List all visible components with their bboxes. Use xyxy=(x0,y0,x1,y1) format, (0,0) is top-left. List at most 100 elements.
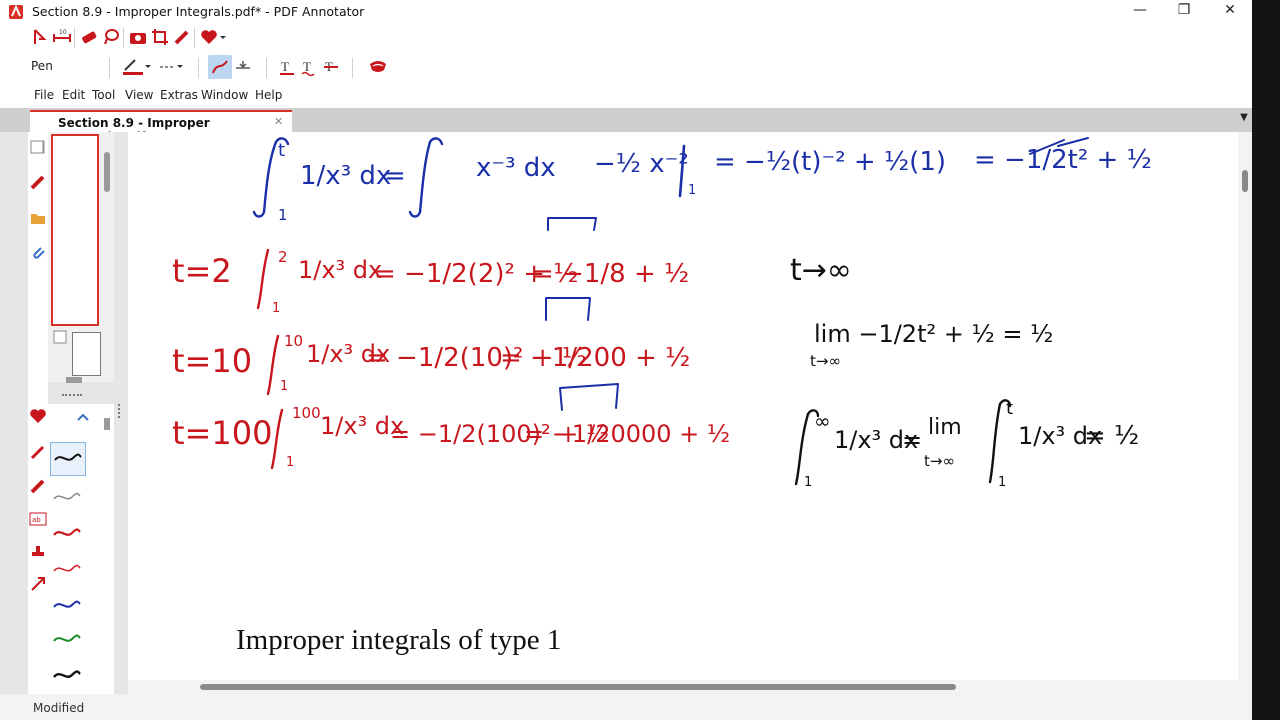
math-text: 1 xyxy=(998,475,1006,490)
text-strikethrough-icon[interactable]: T xyxy=(322,58,340,76)
red-pen-stroke-icon[interactable] xyxy=(50,518,84,546)
window-edge xyxy=(1252,0,1280,720)
blue-int-upper: t xyxy=(278,140,285,161)
svg-text:T: T xyxy=(281,59,289,74)
snap-line-icon[interactable] xyxy=(234,58,252,76)
page-thumbnail-active[interactable] xyxy=(51,134,99,326)
blue-integrand: 1/x³ dx xyxy=(300,161,391,191)
select-tool-icon[interactable] xyxy=(32,28,50,46)
pen-color-icon[interactable] xyxy=(122,58,144,76)
math-text: 1/x³ dx xyxy=(298,256,382,284)
annotation-pen-icon[interactable] xyxy=(30,174,46,190)
stamp-fingerprint-icon[interactable] xyxy=(368,58,388,76)
attachment-icon[interactable] xyxy=(30,244,46,260)
app-logo-icon xyxy=(9,4,23,19)
menu-edit[interactable]: Edit xyxy=(62,88,85,102)
menu-file[interactable]: File xyxy=(34,88,54,102)
math-text: 100 xyxy=(292,404,321,422)
math-text: 1 xyxy=(280,379,288,394)
math-text: 1 xyxy=(804,475,812,490)
blue-pen-stroke-icon[interactable] xyxy=(50,590,84,618)
favorites-heart-icon[interactable] xyxy=(29,408,47,424)
math-text: t=100 xyxy=(172,414,272,452)
eraser-icon[interactable] xyxy=(80,28,98,46)
pen-toolbar: T T T xyxy=(0,52,1252,82)
chevron-down-icon[interactable] xyxy=(218,30,228,44)
menu-tool[interactable]: Tool xyxy=(92,88,115,102)
thumbnail-scrollbar[interactable] xyxy=(104,152,110,192)
stamp-icon[interactable] xyxy=(30,544,46,560)
pen-tool-icon[interactable] xyxy=(30,444,46,460)
math-text: t=10 xyxy=(172,342,252,380)
svg-text:10: 10 xyxy=(59,29,67,36)
menu-window[interactable]: Window xyxy=(201,88,248,102)
red-row-t2: t=2 2 1 1/x³ dx = −1/2(2)² + ½ = −1/8 + … xyxy=(172,217,689,316)
chevron-down-icon[interactable] xyxy=(144,60,152,72)
horizontal-scroll-thumb[interactable] xyxy=(200,684,956,690)
math-text: = −1/200 + ½ xyxy=(500,343,690,373)
highlighter-icon[interactable] xyxy=(30,478,46,494)
panel-resize-handle[interactable] xyxy=(66,377,82,383)
black-pen-stroke-icon xyxy=(54,453,82,461)
minimize-button[interactable]: — xyxy=(1120,2,1160,22)
green-pen-stroke-icon[interactable] xyxy=(50,624,84,652)
handwriting-canvas: t 1 1/x³ dx = x⁻³ dx −½ x⁻² 1 = −½(t)⁻² … xyxy=(172,137,1152,490)
smooth-stroke-button[interactable] xyxy=(208,55,232,79)
pen-swatch-selected[interactable] xyxy=(50,442,86,476)
blue-equals: = xyxy=(384,161,406,191)
panel-splitter[interactable] xyxy=(118,404,126,418)
menu-bar: File Edit Tool View Extras Window Help xyxy=(0,84,1252,106)
line-style-icon[interactable] xyxy=(158,58,176,76)
pencil-icon[interactable] xyxy=(173,28,191,46)
page-checkbox[interactable] xyxy=(53,330,67,344)
red-thin-pen-stroke-icon[interactable] xyxy=(50,554,84,582)
math-text: t→∞ xyxy=(790,253,852,288)
maximize-button[interactable]: ❐ xyxy=(1164,2,1204,22)
menu-help[interactable]: Help xyxy=(255,88,282,102)
math-text: t xyxy=(1006,398,1013,419)
panel-splitter-horizontal[interactable] xyxy=(62,394,82,400)
document-tab[interactable]: Section 8.9 - Improper Integrals.pdf* ✕ xyxy=(30,110,292,144)
text-box-icon[interactable]: ab xyxy=(29,512,47,526)
main-toolbar: 10 xyxy=(0,24,1252,52)
favorites-heart-icon[interactable] xyxy=(200,28,218,46)
stroke-curve-icon xyxy=(212,60,228,74)
close-button[interactable]: ✕ xyxy=(1210,2,1250,22)
blue-simplified: = −1/2t² + ½ xyxy=(974,145,1152,175)
black-thick-pen-stroke-icon[interactable] xyxy=(50,660,84,688)
tab-close-icon[interactable]: ✕ xyxy=(274,115,283,128)
arrow-icon[interactable] xyxy=(30,576,46,592)
pdf-page[interactable]: t 1 1/x³ dx = x⁻³ dx −½ x⁻² 1 = −½(t)⁻² … xyxy=(128,132,1236,680)
lasso-icon[interactable] xyxy=(102,28,120,46)
menu-extras[interactable]: Extras xyxy=(160,88,198,102)
tab-list-dropdown[interactable]: ▼ xyxy=(1236,112,1252,128)
page-checkbox[interactable] xyxy=(30,140,44,154)
math-text: ∞ xyxy=(814,409,831,433)
math-text: = −1/8 + ½ xyxy=(532,259,689,289)
blue-antiderivative: −½ x⁻² xyxy=(594,149,689,179)
text-squiggly-icon[interactable]: T xyxy=(300,58,318,76)
status-bar: Modified xyxy=(0,694,1252,720)
pens-scrollbar[interactable] xyxy=(104,418,110,430)
vertical-scroll-thumb[interactable] xyxy=(1242,170,1248,192)
chevron-up-icon[interactable] xyxy=(76,412,90,422)
text-underline-icon[interactable]: T xyxy=(278,58,296,76)
math-text: t→∞ xyxy=(810,352,841,370)
status-text: Modified xyxy=(33,701,85,715)
math-text: 1 xyxy=(286,455,294,470)
math-text: t→∞ xyxy=(924,452,955,470)
page-width-icon[interactable]: 10 xyxy=(53,28,71,46)
svg-text:T: T xyxy=(303,59,311,74)
math-text: 1 xyxy=(272,301,280,316)
menu-view[interactable]: View xyxy=(125,88,153,102)
gray-pen-stroke-icon[interactable] xyxy=(50,482,84,510)
current-tool-label: Pen xyxy=(31,59,53,73)
folder-icon[interactable] xyxy=(30,210,46,226)
vertical-scrollbar[interactable] xyxy=(1238,132,1252,680)
crop-icon[interactable] xyxy=(151,28,169,46)
camera-icon[interactable] xyxy=(129,28,147,46)
math-text: = −1/20000 + ½ xyxy=(524,420,730,448)
document-heading: Improper integrals of type 1 xyxy=(236,624,562,656)
page-thumbnail[interactable] xyxy=(72,332,101,376)
chevron-down-icon[interactable] xyxy=(176,60,184,72)
